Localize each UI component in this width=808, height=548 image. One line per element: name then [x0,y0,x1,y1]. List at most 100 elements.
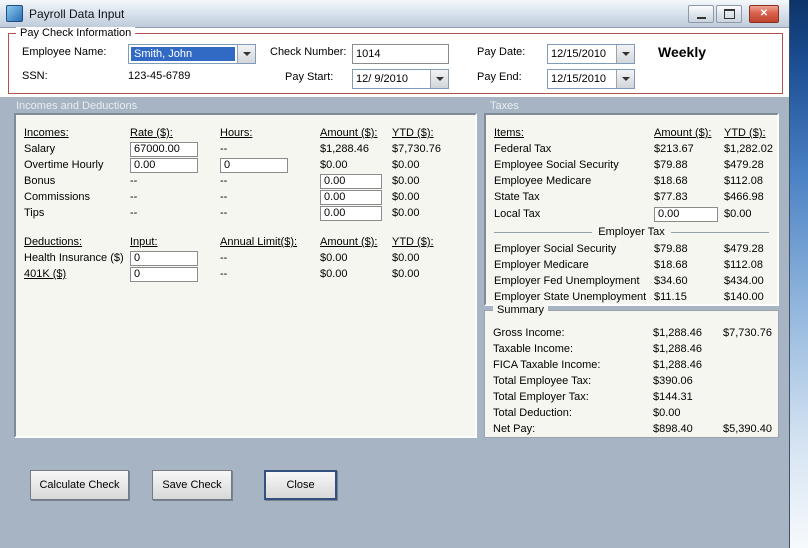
summary-row-employee-tax: Total Employee Tax: $390.06 [493,373,778,389]
payroll-window: Payroll Data Input ✕ Pay Check Informati… [0,0,790,548]
deduction-ytd: $0.00 [392,252,420,264]
summary-ytd: $5,390.40 [723,423,772,435]
taxes-section-header: Taxes [490,100,519,112]
summary-amount: $1,288.46 [653,343,702,355]
summary-amount: $898.40 [653,423,693,435]
deduction-label: Health Insurance ($) [24,252,124,264]
income-ytd: $0.00 [392,191,420,203]
tax-amount: $77.83 [654,191,688,203]
summary-group-title: Summary [493,304,549,316]
tax-ytd: $112.08 [724,259,763,271]
tax-amount: $79.88 [654,159,688,171]
tax-row-state: State Tax $77.83 $466.98 [494,189,777,205]
401k-input[interactable] [130,266,198,282]
bonus-amount-input[interactable] [320,173,382,189]
deduction-401k-link[interactable]: 401K ($) [24,268,130,280]
chevron-down-icon [242,52,251,56]
income-rate: -- [130,175,138,187]
close-icon: ✕ [759,7,769,19]
summary-label: Total Employee Tax: [493,375,592,387]
pay-start-picker[interactable]: 12/ 9/2010 [352,69,449,89]
calculate-check-button[interactable]: Calculate Check [30,470,129,500]
income-amount: $0.00 [320,159,348,171]
pay-start-value: 12/ 9/2010 [356,73,408,85]
tax-label: State Tax [494,191,540,203]
income-hours: -- [220,191,228,203]
app-icon [6,5,23,22]
income-ytd: $0.00 [392,159,420,171]
maximize-button[interactable] [716,4,742,23]
pay-frequency-label: Weekly [658,44,706,60]
tax-ytd: $1,282.02 [724,143,773,155]
window-close-button[interactable]: ✕ [749,4,779,23]
rate-col-header: Rate ($): [130,127,173,139]
caption-buttons: ✕ [688,4,779,23]
employee-name-label: Employee Name: [22,46,107,58]
pay-end-value: 12/15/2010 [551,73,607,85]
income-ytd: $0.00 [392,175,420,187]
local-tax-input[interactable] [654,206,718,222]
summary-row-taxable: Taxable Income: $1,288.46 [493,341,778,357]
income-row-tips: Tips -- -- $0.00 [24,205,475,221]
summary-row-employer-tax: Total Employer Tax: $144.31 [493,389,778,405]
minimize-button[interactable] [688,4,714,23]
ytd-col-header: YTD ($): [392,236,434,248]
salary-rate-input[interactable] [130,141,198,157]
summary-row-fica: FICA Taxable Income: $1,288.46 [493,357,778,373]
pay-start-dropdown-button[interactable] [430,70,448,88]
deduction-row-401k: 401K ($) -- $0.00 $0.00 [24,266,475,282]
pay-end-dropdown-button[interactable] [616,70,634,88]
deductions-col-header: Deductions: [24,236,83,248]
tax-ytd: $479.28 [724,159,764,171]
deduction-row-health-insurance: Health Insurance ($) -- $0.00 $0.00 [24,250,475,266]
title-bar[interactable]: Payroll Data Input ✕ [0,0,789,28]
chevron-down-icon [621,52,630,56]
overtime-hours-input[interactable] [220,157,288,173]
summary-row-net-pay: Net Pay: $898.40 $5,390.40 [493,421,778,437]
maximize-icon [723,8,735,19]
income-row-overtime: Overtime Hourly $0.00 $0.00 [24,157,475,173]
summary-amount: $0.00 [653,407,681,419]
summary-label: Net Pay: [493,423,536,435]
deduction-amount: $0.00 [320,252,348,264]
chevron-down-icon [435,77,444,81]
tax-label: Employer Fed Unemployment [494,275,640,287]
save-check-button[interactable]: Save Check [152,470,232,500]
hours-col-header: Hours: [220,127,253,139]
check-number-input[interactable] [352,44,449,64]
employee-name-select[interactable]: Smith, John [128,44,256,64]
amount-col-header: Amount ($): [320,236,378,248]
close-button[interactable]: Close [264,470,337,500]
deduction-limit: -- [220,252,228,264]
tax-label: Employee Medicare [494,175,592,187]
pay-end-picker[interactable]: 12/15/2010 [547,69,635,89]
tax-row-employee-ss: Employee Social Security $79.88 $479.28 [494,157,777,173]
tax-ytd: $479.28 [724,243,764,255]
health-insurance-input[interactable] [130,250,198,266]
deduction-limit: -- [220,268,228,280]
tax-ytd: $434.00 [724,275,764,287]
pay-start-label: Pay Start: [285,71,334,83]
summary-label: Gross Income: [493,327,565,339]
employee-name-dropdown-button[interactable] [237,45,255,63]
desktop-background: Payroll Data Input ✕ Pay Check Informati… [0,0,808,548]
summary-amount: $144.31 [653,391,693,403]
pay-date-picker[interactable]: 12/15/2010 [547,44,635,64]
taxes-header-row: Items: Amount ($): YTD ($): [494,125,777,141]
tax-items-col-header: Items: [494,127,524,139]
pay-date-dropdown-button[interactable] [616,45,634,63]
pay-date-label: Pay Date: [477,46,526,58]
tax-row-employer-ss: Employer Social Security $79.88 $479.28 [494,241,777,257]
summary-amount: $390.06 [653,375,693,387]
commissions-amount-input[interactable] [320,189,382,205]
employer-tax-label: Employer Tax [592,226,671,238]
tips-amount-input[interactable] [320,205,382,221]
overtime-rate-input[interactable] [130,157,198,173]
window-title: Payroll Data Input [29,6,125,21]
paycheck-group-title: Pay Check Information [16,27,136,39]
summary-label: Total Employer Tax: [493,391,589,403]
tax-label: Local Tax [494,208,541,220]
summary-ytd: $7,730.76 [723,327,772,339]
income-label: Overtime Hourly [24,159,104,171]
